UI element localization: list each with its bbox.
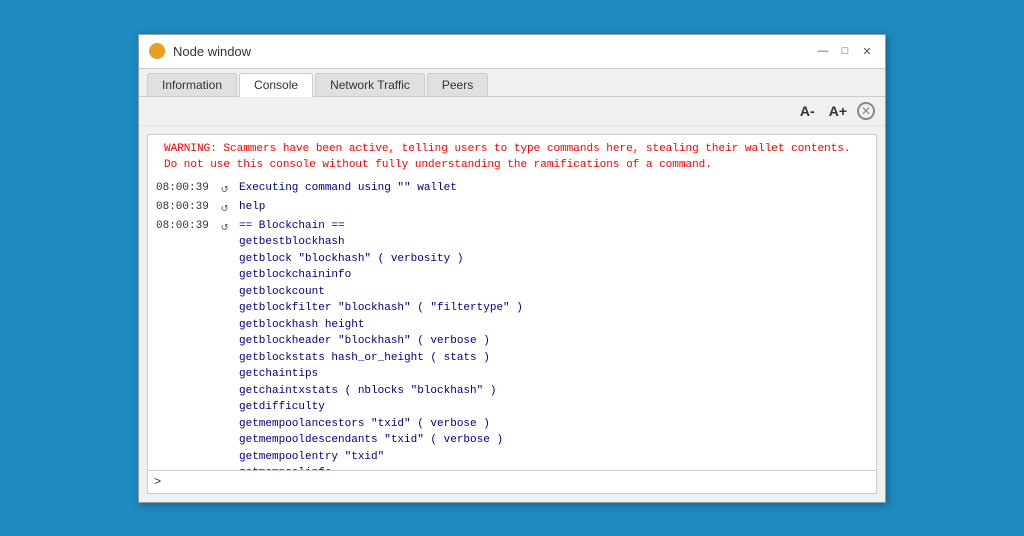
log-icon: ↺ xyxy=(221,180,239,198)
font-increase-button[interactable]: A+ xyxy=(825,101,851,121)
tab-peers[interactable]: Peers xyxy=(427,73,488,96)
node-window: Node window — □ ✕ Information Console Ne… xyxy=(138,34,886,503)
console-output[interactable]: WARNING: Scammers have been active, tell… xyxy=(148,135,876,470)
close-button[interactable]: ✕ xyxy=(859,43,875,59)
tab-information[interactable]: Information xyxy=(147,73,237,96)
console-toolbar: A- A+ ✕ xyxy=(139,97,885,126)
log-content: == Blockchain == getbestblockhash getblo… xyxy=(239,218,868,470)
tab-network-traffic[interactable]: Network Traffic xyxy=(315,73,425,96)
log-row: 08:00:39 ↺ help xyxy=(156,199,868,217)
tab-console[interactable]: Console xyxy=(239,73,313,97)
minimize-button[interactable]: — xyxy=(815,43,831,59)
tab-bar: Information Console Network Traffic Peer… xyxy=(139,69,885,97)
console-close-button[interactable]: ✕ xyxy=(857,102,875,120)
log-timestamp: 08:00:39 xyxy=(156,218,221,235)
window-controls: — □ ✕ xyxy=(815,43,875,59)
log-timestamp: 08:00:39 xyxy=(156,199,221,216)
console-input-row: > xyxy=(148,470,876,493)
log-row: 08:00:39 ↺ Executing command using "" wa… xyxy=(156,180,868,198)
console-area: WARNING: Scammers have been active, tell… xyxy=(147,134,877,494)
prompt-symbol: > xyxy=(154,475,161,489)
log-row: 08:00:39 ↺ == Blockchain == getbestblock… xyxy=(156,218,868,470)
close-icon: ✕ xyxy=(861,104,871,118)
window-title: Node window xyxy=(173,44,815,59)
title-bar: Node window — □ ✕ xyxy=(139,35,885,69)
console-input[interactable] xyxy=(165,476,870,488)
font-decrease-button[interactable]: A- xyxy=(796,101,819,121)
log-content: help xyxy=(239,199,868,216)
window-icon xyxy=(149,43,165,59)
log-timestamp: 08:00:39 xyxy=(156,180,221,197)
log-content: Executing command using "" wallet xyxy=(239,180,868,197)
log-icon: ↺ xyxy=(221,218,239,236)
maximize-button[interactable]: □ xyxy=(837,43,853,59)
log-icon: ↺ xyxy=(221,199,239,217)
warning-message: WARNING: Scammers have been active, tell… xyxy=(156,141,868,174)
